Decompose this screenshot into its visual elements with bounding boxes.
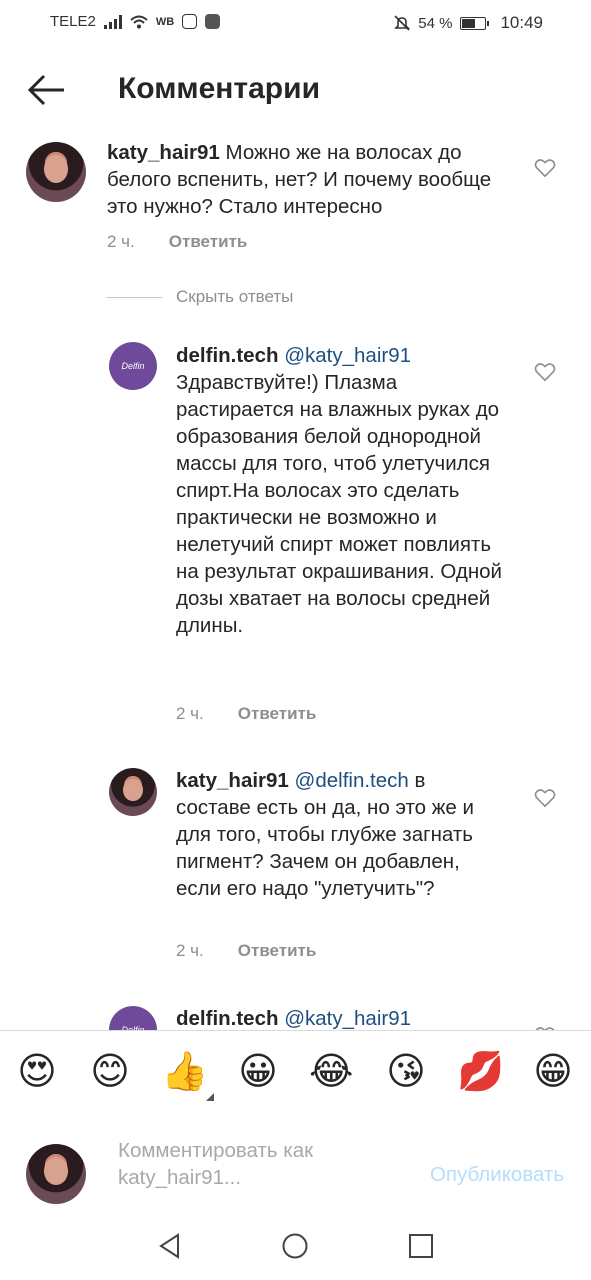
back-arrow-icon[interactable] [24,70,68,110]
comment-body: katy_hair91 Можно же на волосах до белог… [107,139,497,220]
comment-time: 2 ч. [176,941,204,960]
avatar[interactable] [109,768,157,816]
heart-icon[interactable] [534,158,556,178]
hide-replies-button[interactable]: Скрыть ответы [176,287,293,307]
comment-meta: 2 ч. Ответить [176,704,316,724]
reply-body: delfin.tech @katy_hair91 Здравствуйте!) … [176,342,506,639]
compose-bar: Комментировать как katy_hair91... Опубли… [0,1111,591,1211]
wifi-icon [130,15,148,28]
status-right: 54 % 10:49 [394,13,543,33]
mention-link[interactable]: @delfin.tech [295,769,409,792]
comment-meta: 2 ч. Ответить [107,232,247,252]
triangle-back-icon[interactable] [156,1232,184,1260]
divider [106,297,162,298]
status-bar: TELE2 WB 54 % 10:49 [0,0,591,44]
kiss-emoji-button[interactable]: 😘 [384,1049,428,1093]
emoji-bar: 😍 😊 👍 😀 😂 😘 💋 😁 [0,1030,591,1112]
carrier-label: TELE2 [50,13,96,30]
comment-username[interactable]: delfin.tech [176,1007,279,1030]
signal-icon [103,14,122,29]
instagram-icon [182,14,198,29]
avatar[interactable]: Delfin [109,342,157,390]
joy-emoji-button[interactable]: 😂 [309,1049,353,1093]
reply-button[interactable]: Ответить [238,941,317,961]
header: Комментарии [0,58,591,122]
heart-eyes-emoji-button[interactable]: 😍 [15,1049,59,1093]
thumbs-up-emoji-button[interactable]: 👍 [161,1049,208,1093]
reply-button[interactable]: Ответить [238,704,317,724]
status-left: TELE2 WB [50,13,221,30]
comment-username[interactable]: katy_hair91 [176,769,289,792]
reply-button[interactable]: Ответить [169,232,248,252]
battery-percent: 54 % [418,14,453,32]
comment-text: Здравствуйте!) Плазма растирается на вла… [176,371,502,637]
emoji-variants-indicator [206,1093,214,1101]
mute-icon [394,15,411,31]
grin-emoji-button[interactable]: 😀 [236,1049,280,1093]
avatar[interactable] [26,142,86,202]
square-recents-icon[interactable] [407,1232,435,1260]
smile-emoji-button[interactable]: 😊 [88,1049,132,1093]
reply-body: katy_hair91 @delfin.tech в составе есть … [176,767,496,902]
reply-body: delfin.tech @katy_hair91 [176,1005,506,1032]
comment-username[interactable]: katy_hair91 [107,141,220,164]
comment-username[interactable]: delfin.tech [176,344,279,367]
clock: 10:49 [500,13,543,32]
notification-icon [205,14,221,29]
beaming-emoji-button[interactable]: 😁 [531,1049,575,1093]
comment-meta: 2 ч. Ответить [176,941,316,961]
mention-link[interactable]: @katy_hair91 [284,1007,411,1030]
heart-icon[interactable] [534,788,556,808]
comment-input[interactable]: Комментировать как katy_hair91... [118,1137,388,1191]
system-nav-bar [0,1212,591,1280]
comment-time: 2 ч. [107,232,135,251]
battery-icon [460,16,490,30]
page-title: Комментарии [118,72,321,105]
heart-icon[interactable] [534,362,556,382]
avatar [26,1144,86,1204]
comment-time: 2 ч. [176,704,204,723]
mention-link[interactable]: @katy_hair91 [284,344,411,367]
publish-button[interactable]: Опубликовать [430,1163,564,1187]
wb-label: WB [155,15,175,28]
circle-home-icon[interactable] [281,1232,309,1260]
lips-emoji-button[interactable]: 💋 [457,1049,504,1093]
